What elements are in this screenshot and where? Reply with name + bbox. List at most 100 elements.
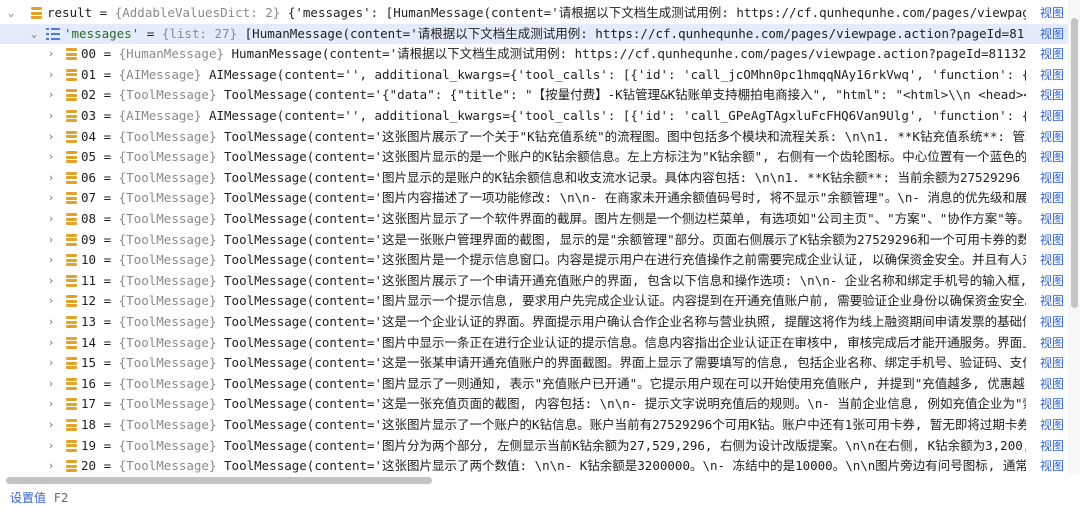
- item-value: ToolMessage(content='图片显示的是账户的K钻余额信息和收支流…: [224, 169, 1026, 185]
- expand-chevron-icon[interactable]: ›: [45, 415, 57, 436]
- item-type: {ToolMessage}: [118, 272, 217, 288]
- item-value: ToolMessage(content='这张图片显示的是一个账户的K钻余额信息…: [224, 149, 1026, 165]
- expand-chevron-icon[interactable]: ›: [45, 188, 57, 209]
- expand-chevron-icon[interactable]: ›: [45, 85, 57, 106]
- expand-chevron-icon[interactable]: ›: [45, 250, 57, 271]
- expand-chevron-icon[interactable]: ›: [45, 312, 57, 333]
- tree-node-message-item[interactable]: › 08 = {ToolMessage} ToolMessage(content=…: [0, 209, 1068, 230]
- tree-node-message-item[interactable]: › 17 = {ToolMessage} ToolMessage(content=…: [0, 394, 1068, 415]
- tree-node-message-item[interactable]: › 15 = {ToolMessage} ToolMessage(content=…: [0, 353, 1068, 374]
- field-icon: [66, 336, 77, 349]
- item-index: 00: [81, 46, 97, 62]
- expand-chevron-icon[interactable]: ›: [45, 147, 57, 168]
- tree-node-message-item[interactable]: › 10 = {ToolMessage} ToolMessage(content=…: [0, 250, 1068, 271]
- view-link[interactable]: 视图: [1036, 332, 1064, 354]
- item-value: ToolMessage(content='这张图片显示了两个数值: \n\n- …: [224, 458, 1026, 474]
- tree-node-message-item[interactable]: › 14 = {ToolMessage} ToolMessage(content=…: [0, 332, 1068, 354]
- set-value-action[interactable]: 设置值: [10, 486, 46, 510]
- tree-node-message-item[interactable]: › 16 = {ToolMessage} ToolMessage(content=…: [0, 373, 1068, 395]
- vertical-scrollbar[interactable]: [1068, 0, 1080, 474]
- tree-node-message-item[interactable]: › 04 = {ToolMessage} ToolMessage(content=…: [0, 126, 1068, 148]
- tree-node-message-item[interactable]: › 11 = {ToolMessage} ToolMessage(content=…: [0, 270, 1068, 292]
- view-link[interactable]: 视图: [1036, 126, 1064, 148]
- expand-chevron-icon[interactable]: ›: [45, 291, 57, 312]
- tree-node-message-item[interactable]: › 18 = {ToolMessage} ToolMessage(content=…: [0, 415, 1068, 436]
- view-link[interactable]: 视图: [1036, 415, 1064, 436]
- expand-chevron-icon[interactable]: ›: [45, 333, 57, 354]
- view-link[interactable]: 视图: [1036, 353, 1064, 374]
- expand-chevron-icon[interactable]: ›: [45, 209, 57, 230]
- tree-node-result[interactable]: ⌄ result = {AddableValuesDict: 2} {'messa…: [0, 3, 1068, 24]
- view-link[interactable]: 视图: [1036, 167, 1064, 189]
- expand-chevron-icon[interactable]: ›: [45, 230, 57, 251]
- collapse-chevron-icon[interactable]: ⌄: [28, 24, 40, 45]
- item-index: 16: [81, 375, 97, 391]
- view-link[interactable]: 视图: [1036, 85, 1064, 106]
- horizontal-scrollbar[interactable]: [0, 474, 1068, 486]
- view-link[interactable]: 视图: [1036, 250, 1064, 271]
- tree-node-message-item[interactable]: › 20 = {ToolMessage} ToolMessage(content=…: [0, 456, 1068, 474]
- item-index: 08: [81, 211, 97, 226]
- expand-chevron-icon[interactable]: ›: [45, 353, 57, 374]
- tree-node-message-item[interactable]: › 00 = {HumanMessage} HumanMessage(conten…: [0, 44, 1068, 65]
- expand-chevron-icon[interactable]: ›: [45, 436, 57, 457]
- expand-chevron-icon[interactable]: ›: [45, 65, 57, 86]
- tree-node-message-item[interactable]: › 13 = {ToolMessage} ToolMessage(content=…: [0, 312, 1068, 333]
- view-link[interactable]: 视图: [1036, 209, 1064, 230]
- tree-node-message-item[interactable]: › 09 = {ToolMessage} ToolMessage(content=…: [0, 229, 1068, 251]
- item-value: ToolMessage(content='这张图片显示了一个软件界面的截屏。图片…: [224, 211, 1026, 226]
- variable-type: {list: 27}: [161, 25, 238, 41]
- field-icon: [66, 316, 77, 328]
- expand-chevron-icon[interactable]: ›: [45, 374, 57, 395]
- item-value: HumanMessage(content='请根据以下文档生成测试用例: htt…: [231, 46, 1026, 62]
- view-link[interactable]: 视图: [1036, 394, 1064, 415]
- tree-node-message-item[interactable]: › 19 = {ToolMessage} ToolMessage(content=…: [0, 435, 1068, 457]
- item-index: 05: [81, 149, 97, 165]
- tree-node-message-item[interactable]: › 01 = {AIMessage} AIMessage(content='', …: [0, 64, 1068, 86]
- item-value: AIMessage(content='', additional_kwargs=…: [208, 108, 1026, 123]
- expand-chevron-icon[interactable]: ›: [45, 394, 57, 415]
- expand-chevron-icon[interactable]: ›: [45, 456, 57, 474]
- view-link[interactable]: 视图: [1036, 188, 1064, 209]
- expand-chevron-icon[interactable]: ›: [45, 127, 57, 148]
- tree-node-message-item[interactable]: › 06 = {ToolMessage} ToolMessage(content=…: [0, 167, 1068, 189]
- tree-node-messages[interactable]: ⌄'messages' = {list: 27} [HumanMessage(c…: [0, 23, 1068, 45]
- view-link[interactable]: 视图: [1036, 3, 1064, 24]
- view-link[interactable]: 视图: [1036, 44, 1064, 65]
- view-link[interactable]: 视图: [1036, 373, 1064, 395]
- expand-chevron-icon[interactable]: ›: [45, 44, 57, 65]
- collapse-chevron-icon[interactable]: ⌄: [5, 3, 17, 24]
- view-link[interactable]: 视图: [1036, 64, 1064, 86]
- view-link[interactable]: 视图: [1036, 147, 1064, 168]
- item-index: 09: [81, 231, 97, 247]
- field-icon: [66, 460, 77, 473]
- item-type: {ToolMessage}: [118, 128, 217, 144]
- view-link[interactable]: 视图: [1036, 106, 1064, 127]
- item-value: AIMessage(content='', additional_kwargs=…: [208, 66, 1026, 82]
- view-link[interactable]: 视图: [1036, 270, 1064, 292]
- item-type: {ToolMessage}: [118, 437, 217, 453]
- tree-node-message-item[interactable]: › 12 = {ToolMessage} ToolMessage(content=…: [0, 291, 1068, 312]
- tree-node-message-item[interactable]: › 02 = {ToolMessage} ToolMessage(content=…: [0, 85, 1068, 106]
- tree-node-message-item[interactable]: › 03 = {AIMessage} AIMessage(content='', …: [0, 106, 1068, 127]
- view-link[interactable]: 视图: [1036, 312, 1064, 333]
- tree-node-message-item[interactable]: › 07 = {ToolMessage} ToolMessage(content=…: [0, 188, 1068, 209]
- view-link[interactable]: 视图: [1036, 229, 1064, 251]
- item-value: ToolMessage(content='图片内容描述了一项功能修改: \n\n…: [224, 190, 1026, 206]
- expand-chevron-icon[interactable]: ›: [45, 168, 57, 189]
- item-type: {ToolMessage}: [118, 293, 217, 309]
- expand-chevron-icon[interactable]: ›: [45, 271, 57, 292]
- view-link[interactable]: 视图: [1036, 23, 1064, 45]
- item-value: ToolMessage(content='这是一张充值页面的截图, 内容包括: …: [224, 396, 1026, 412]
- view-link[interactable]: 视图: [1036, 291, 1064, 312]
- item-type: {ToolMessage}: [118, 87, 217, 103]
- vertical-scrollbar-thumb[interactable]: [1071, 18, 1078, 308]
- field-icon: [31, 7, 42, 19]
- field-icon: [66, 213, 77, 225]
- tree-node-message-item[interactable]: › 05 = {ToolMessage} ToolMessage(content=…: [0, 147, 1068, 168]
- expand-chevron-icon[interactable]: ›: [45, 106, 57, 127]
- variable-name: result: [47, 5, 93, 20]
- view-link[interactable]: 视图: [1036, 435, 1064, 457]
- horizontal-scrollbar-thumb[interactable]: [6, 477, 432, 484]
- view-link[interactable]: 视图: [1036, 456, 1064, 474]
